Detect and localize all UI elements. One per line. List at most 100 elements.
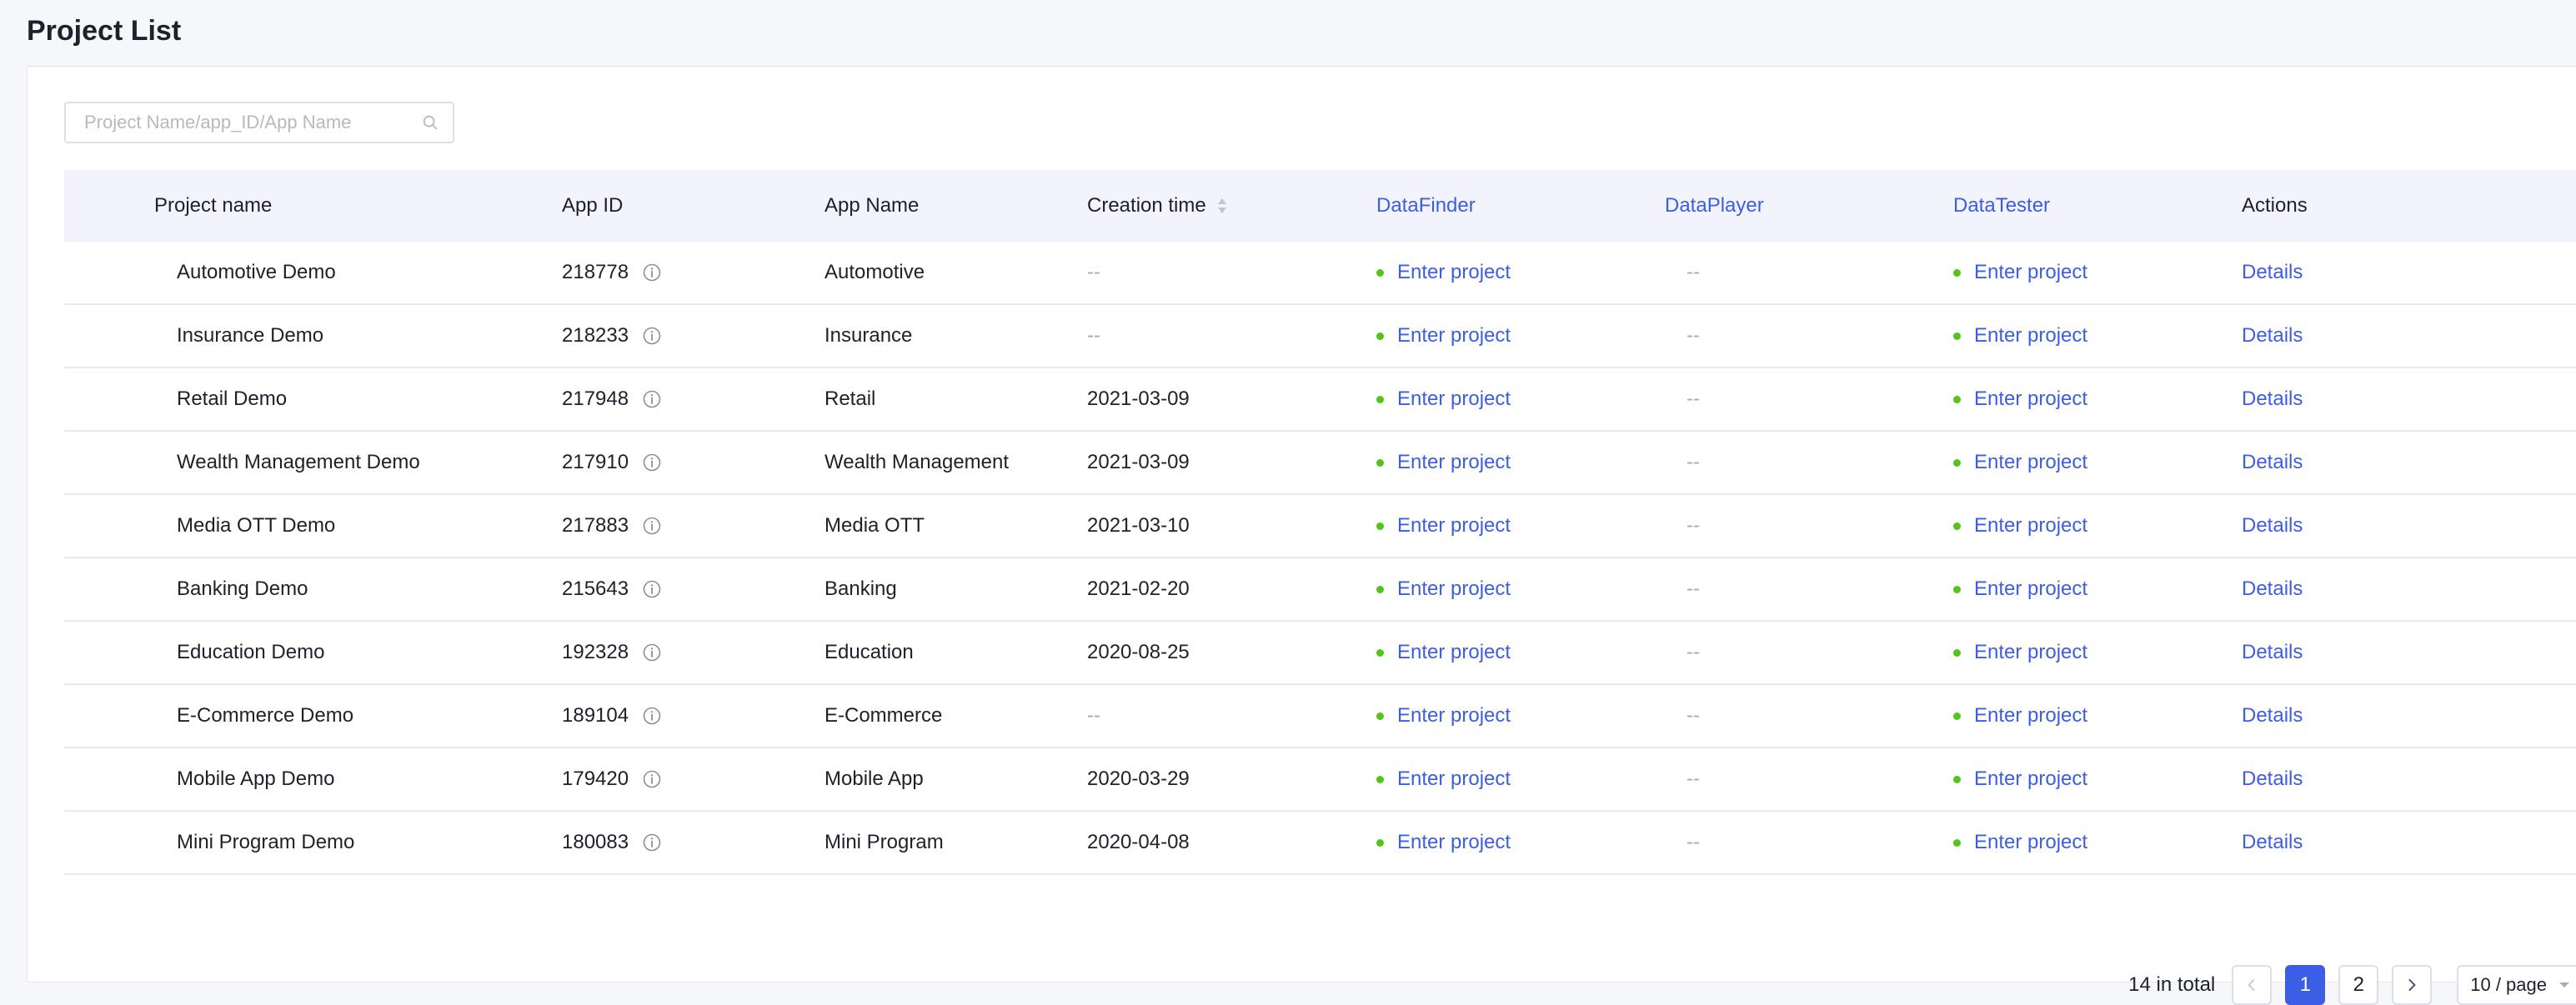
details-link[interactable]: Details (2242, 242, 2303, 303)
details-link[interactable]: Details (2242, 495, 2303, 557)
details-link[interactable]: Details (2242, 305, 2303, 367)
datatester-enter-project-link[interactable]: Enter project (1953, 432, 2087, 493)
app-name-cell: Mini Program (824, 831, 944, 853)
info-icon[interactable] (642, 516, 662, 536)
project-name-cell: Automotive Demo (177, 261, 336, 283)
details-link[interactable]: Details (2242, 368, 2303, 430)
app-name-cell: Banking (824, 578, 897, 600)
app-id-value: 215643 (562, 578, 629, 600)
creation-time-cell: 2020-03-29 (1087, 768, 1190, 790)
datafinder-enter-project-link[interactable]: Enter project (1376, 558, 1511, 620)
datatester-enter-project-link[interactable]: Enter project (1953, 622, 2087, 683)
table-row: Automotive Demo 218778 Automotive -- Ent… (64, 242, 2576, 305)
search-icon[interactable] (421, 113, 439, 132)
page-size-select[interactable]: 10 / page (2457, 965, 2576, 1005)
info-icon[interactable] (642, 642, 662, 662)
details-link[interactable]: Details (2242, 558, 2303, 620)
app-id-value: 217910 (562, 451, 629, 473)
details-link[interactable]: Details (2242, 685, 2303, 747)
search-input[interactable] (84, 112, 421, 133)
datafinder-enter-project-link[interactable]: Enter project (1376, 495, 1511, 557)
table-header: Project name App ID App Name Creation ti… (64, 170, 2576, 242)
app-id-value: 179420 (562, 768, 629, 790)
datatester-enter-project-link[interactable]: Enter project (1953, 495, 2087, 557)
project-table: Project name App ID App Name Creation ti… (64, 170, 2576, 875)
info-icon[interactable] (642, 706, 662, 726)
project-name-cell: Mobile App Demo (177, 768, 335, 790)
datafinder-link-label: Enter project (1397, 768, 1511, 790)
table-row: E-Commerce Demo 189104 E-Commerce -- Ent… (64, 685, 2576, 748)
datatester-enter-project-link[interactable]: Enter project (1953, 368, 2087, 430)
datafinder-enter-project-link[interactable]: Enter project (1376, 242, 1511, 303)
datafinder-enter-project-link[interactable]: Enter project (1376, 432, 1511, 493)
info-icon[interactable] (642, 832, 662, 852)
table-row: Insurance Demo 218233 Insurance -- Enter… (64, 305, 2576, 368)
details-link[interactable]: Details (2242, 432, 2303, 493)
search-box[interactable] (64, 102, 454, 143)
column-header-creation-time[interactable]: Creation time (1087, 170, 1228, 242)
info-icon[interactable] (642, 326, 662, 346)
datatester-enter-project-link[interactable]: Enter project (1953, 748, 2087, 810)
page-title: Project List (27, 15, 182, 47)
datatester-link-label: Enter project (1974, 831, 2088, 853)
next-page-button[interactable] (2392, 965, 2433, 1005)
datatester-enter-project-link[interactable]: Enter project (1953, 685, 2087, 747)
info-icon[interactable] (642, 262, 662, 282)
datafinder-enter-project-link[interactable]: Enter project (1376, 368, 1511, 430)
creation-time-cell: 2020-04-08 (1087, 831, 1190, 853)
datafinder-link-label: Enter project (1397, 704, 1511, 727)
app-name-cell: Automotive (824, 261, 925, 283)
datatester-link-label: Enter project (1974, 451, 2088, 473)
column-header-dataplayer: DataPlayer (1665, 194, 1764, 217)
status-dot (1376, 712, 1384, 720)
page-size-value: 10 / page (2470, 974, 2547, 995)
status-dot (1953, 458, 1961, 467)
page-button-1[interactable]: 1 (2285, 965, 2326, 1005)
details-link[interactable]: Details (2242, 622, 2303, 683)
table-row: Education Demo 192328 Education 2020-08-… (64, 622, 2576, 685)
info-icon[interactable] (642, 389, 662, 409)
app-id-cell: 217910 (562, 432, 662, 493)
datatester-enter-project-link[interactable]: Enter project (1953, 558, 2087, 620)
datafinder-enter-project-link[interactable]: Enter project (1376, 812, 1511, 873)
page-button-2[interactable]: 2 (2338, 965, 2379, 1005)
datatester-enter-project-link[interactable]: Enter project (1953, 812, 2087, 873)
table-row: Retail Demo 217948 Retail 2021-03-09 Ent… (64, 368, 2576, 432)
status-dot (1953, 332, 1961, 340)
app-id-cell: 189104 (562, 685, 662, 747)
creation-time-cell: -- (1087, 704, 1100, 727)
datafinder-enter-project-link[interactable]: Enter project (1376, 748, 1511, 810)
creation-time-cell: 2021-03-09 (1087, 451, 1190, 473)
pagination-total: 14 in total (2128, 973, 2216, 996)
app-id-cell: 180083 (562, 812, 662, 873)
datafinder-enter-project-link[interactable]: Enter project (1376, 305, 1511, 367)
project-name-cell: Wealth Management Demo (177, 451, 420, 473)
creation-time-cell: 2021-03-09 (1087, 388, 1190, 410)
prev-page-button[interactable] (2232, 965, 2273, 1005)
datatester-enter-project-link[interactable]: Enter project (1953, 242, 2087, 303)
app-name-cell: Wealth Management (824, 451, 1010, 473)
app-id-cell: 218233 (562, 305, 662, 367)
info-icon[interactable] (642, 579, 662, 599)
creation-time-cell: -- (1087, 261, 1100, 283)
info-icon[interactable] (642, 769, 662, 789)
datatester-link-label: Enter project (1974, 704, 2088, 727)
app-name-cell: Education (824, 641, 914, 663)
datatester-link-label: Enter project (1974, 641, 2088, 663)
dataplayer-cell: -- (1686, 831, 1700, 853)
datafinder-link-label: Enter project (1397, 388, 1511, 410)
datafinder-link-label: Enter project (1397, 451, 1511, 473)
details-link[interactable]: Details (2242, 748, 2303, 810)
datafinder-link-label: Enter project (1397, 514, 1511, 537)
sort-icon[interactable] (1216, 196, 1228, 216)
project-name-cell: Retail Demo (177, 388, 288, 410)
app-id-cell: 217948 (562, 368, 662, 430)
datafinder-enter-project-link[interactable]: Enter project (1376, 685, 1511, 747)
table-row: Banking Demo 215643 Banking 2021-02-20 E… (64, 558, 2576, 622)
app-id-value: 189104 (562, 704, 629, 727)
datafinder-enter-project-link[interactable]: Enter project (1376, 622, 1511, 683)
datatester-enter-project-link[interactable]: Enter project (1953, 305, 2087, 367)
column-header-app-id: App ID (562, 194, 624, 217)
details-link[interactable]: Details (2242, 812, 2303, 873)
info-icon[interactable] (642, 452, 662, 472)
